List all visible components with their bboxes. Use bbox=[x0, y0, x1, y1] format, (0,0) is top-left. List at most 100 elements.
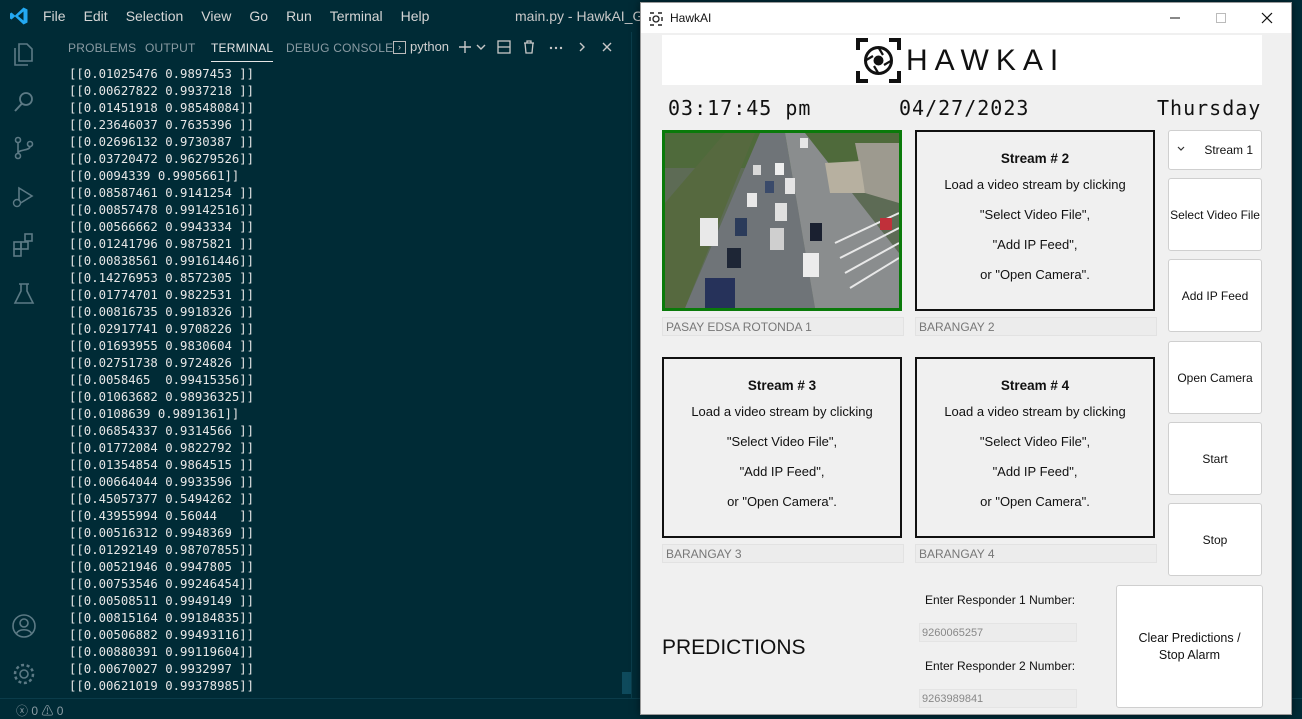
terminal-line: [[0.00753546 0.99246454]] bbox=[69, 577, 255, 591]
terminal-line: [[0.01774701 0.9822531 ]] bbox=[69, 288, 255, 302]
stream-4-title: Stream # 4 bbox=[1000, 378, 1070, 393]
logo-wordmark: HAWKAI bbox=[906, 44, 1066, 77]
stream-2-instruction: "Add IP Feed", bbox=[992, 237, 1078, 252]
split-terminal-icon[interactable] bbox=[496, 39, 512, 55]
extensions-icon[interactable] bbox=[10, 230, 38, 258]
warning-icon: ⚠ bbox=[41, 704, 54, 718]
stream-3-placeholder[interactable]: Stream # 3 Load a video stream by clicki… bbox=[662, 357, 902, 538]
search-icon[interactable] bbox=[10, 88, 38, 116]
menu-view[interactable]: View bbox=[201, 8, 240, 24]
terminal-output[interactable]: [[0.01025476 0.9897453 ]] [[0.00627822 0.… bbox=[69, 66, 629, 698]
hawkai-app-icon bbox=[649, 11, 663, 26]
tab-output[interactable]: OUTPUT bbox=[145, 41, 196, 55]
menu-edit[interactable]: Edit bbox=[84, 8, 117, 24]
error-count: 0 bbox=[31, 704, 39, 718]
tab-problems[interactable]: PROBLEMS bbox=[68, 41, 136, 55]
problems-status[interactable]: ⓧ 0 ⚠ 0 bbox=[16, 702, 63, 719]
stream-3-instruction: or "Open Camera". bbox=[727, 494, 837, 509]
stream-2-label: BARANGAY 2 bbox=[915, 317, 1157, 336]
terminal-selector[interactable]: › python bbox=[393, 39, 450, 55]
trash-icon[interactable] bbox=[521, 39, 537, 55]
tab-terminal[interactable]: TERMINAL bbox=[211, 41, 274, 62]
add-ip-feed-button[interactable]: Add IP Feed bbox=[1168, 259, 1262, 332]
clock-time: 03:17:45 pm bbox=[668, 96, 812, 120]
terminal-line: [[0.00815164 0.99184835]] bbox=[69, 611, 255, 625]
close-panel-icon[interactable] bbox=[599, 39, 615, 55]
stream-3-title: Stream # 3 bbox=[747, 378, 817, 393]
terminal-line: [[0.00508511 0.9949149 ]] bbox=[69, 594, 255, 608]
stream-4-placeholder[interactable]: Stream # 4 Load a video stream by clicki… bbox=[915, 357, 1155, 538]
terminal-line: [[0.01063682 0.98936325]] bbox=[69, 390, 255, 404]
terminal-line: [[0.06854337 0.9314566 ]] bbox=[69, 424, 255, 438]
terminal-line: [[0.00506882 0.99493116]] bbox=[69, 628, 255, 642]
chevron-right-icon[interactable] bbox=[574, 39, 590, 55]
stop-button[interactable]: Stop bbox=[1168, 503, 1262, 576]
menu-selection[interactable]: Selection bbox=[126, 8, 193, 24]
responder-2-input[interactable]: 9263989841 bbox=[919, 689, 1077, 708]
terminal-line: [[0.23646037 0.7635396 ]] bbox=[69, 118, 255, 132]
menu-help[interactable]: Help bbox=[401, 8, 439, 24]
more-actions-icon[interactable] bbox=[548, 39, 564, 55]
menu-file[interactable]: File bbox=[43, 8, 75, 24]
error-icon: ⓧ bbox=[16, 704, 29, 718]
terminal-line: [[0.01451918 0.98548084]] bbox=[69, 101, 255, 115]
terminal-line: [[0.43955994 0.56044 ]] bbox=[69, 509, 255, 523]
stop-alarm-label: Stop Alarm bbox=[1158, 648, 1221, 662]
terminal-line: [[0.00664044 0.9933596 ]] bbox=[69, 475, 255, 489]
stream-select-value: Stream 1 bbox=[1204, 143, 1253, 157]
terminal-line: [[0.01693955 0.9830604 ]] bbox=[69, 339, 255, 353]
terminal-line: [[0.02696132 0.9730387 ]] bbox=[69, 135, 255, 149]
vscode-logo-icon[interactable] bbox=[9, 6, 29, 30]
settings-gear-icon[interactable] bbox=[10, 660, 38, 688]
terminal-name: python bbox=[410, 39, 450, 54]
stream-3-instruction: "Select Video File", bbox=[726, 434, 838, 449]
clock-day: Thursday bbox=[1157, 96, 1262, 120]
stream-3-instruction: Load a video stream by clicking bbox=[691, 404, 873, 419]
stream-2-placeholder[interactable]: Stream # 2 Load a video stream by clicki… bbox=[915, 130, 1155, 311]
menu-terminal[interactable]: Terminal bbox=[330, 8, 392, 24]
hawkai-window-title: HawkAI bbox=[670, 11, 712, 25]
terminal-line: [[0.01241796 0.9875821 ]] bbox=[69, 237, 255, 251]
start-button[interactable]: Start bbox=[1168, 422, 1262, 495]
stream-2-title: Stream # 2 bbox=[1000, 151, 1070, 166]
terminal-line: [[0.45057377 0.5494262 ]] bbox=[69, 492, 255, 506]
terminal-line: [[0.00627822 0.9937218 ]] bbox=[69, 84, 255, 98]
terminal-line: [[0.0058465 0.99415356]] bbox=[69, 373, 255, 387]
minimize-button[interactable] bbox=[1152, 3, 1198, 33]
menu-go[interactable]: Go bbox=[249, 8, 277, 24]
open-camera-button[interactable]: Open Camera bbox=[1168, 341, 1262, 414]
terminal-line: [[0.0094339 0.9905661]] bbox=[69, 169, 240, 183]
select-video-file-button[interactable]: Select Video File bbox=[1168, 178, 1262, 251]
terminal-line: [[0.08587461 0.9141254 ]] bbox=[69, 186, 255, 200]
terminal-line: [[0.00857478 0.99142516]] bbox=[69, 203, 255, 217]
responder-1-input[interactable]: 9260065257 bbox=[919, 623, 1077, 642]
terminal-line: [[0.00880391 0.99119604]] bbox=[69, 645, 255, 659]
terminal-line: [[0.02917741 0.9708226 ]] bbox=[69, 322, 255, 336]
warning-count: 0 bbox=[56, 704, 64, 718]
run-debug-icon[interactable] bbox=[10, 182, 38, 210]
clear-predictions-button[interactable]: Clear Predictions / Stop Alarm bbox=[1116, 585, 1263, 708]
testing-icon[interactable] bbox=[10, 280, 38, 308]
chevron-down-icon[interactable] bbox=[473, 39, 489, 55]
account-icon[interactable] bbox=[10, 612, 38, 640]
explorer-icon[interactable] bbox=[10, 40, 38, 68]
stream-select-dropdown[interactable]: Stream 1 bbox=[1168, 130, 1262, 170]
terminal-line: [[0.01292149 0.98707855]] bbox=[69, 543, 255, 557]
menu-run[interactable]: Run bbox=[286, 8, 321, 24]
source-control-icon[interactable] bbox=[10, 134, 38, 162]
responder-1-label: Enter Responder 1 Number: bbox=[925, 593, 1076, 607]
stream-2-instruction: or "Open Camera". bbox=[980, 267, 1090, 282]
tab-debug-console[interactable]: DEBUG CONSOLE bbox=[286, 41, 393, 55]
maximize-button[interactable] bbox=[1198, 3, 1244, 33]
vscode-window-title: main.py - HawkAI_GUI- bbox=[515, 8, 640, 24]
stream-4-instruction: "Select Video File", bbox=[979, 434, 1091, 449]
terminal-line: [[0.00516312 0.9948369 ]] bbox=[69, 526, 255, 540]
stream-1-video[interactable] bbox=[662, 130, 902, 311]
terminal-line: [[0.03720472 0.96279526]] bbox=[69, 152, 255, 166]
new-terminal-icon[interactable] bbox=[457, 39, 473, 55]
close-window-button[interactable] bbox=[1244, 3, 1290, 33]
clear-predictions-label: Clear Predictions / bbox=[1138, 631, 1241, 645]
stream-4-instruction: "Add IP Feed", bbox=[992, 464, 1078, 479]
traffic-camera-feed bbox=[665, 133, 899, 308]
terminal-line: [[0.02751738 0.9724826 ]] bbox=[69, 356, 255, 370]
